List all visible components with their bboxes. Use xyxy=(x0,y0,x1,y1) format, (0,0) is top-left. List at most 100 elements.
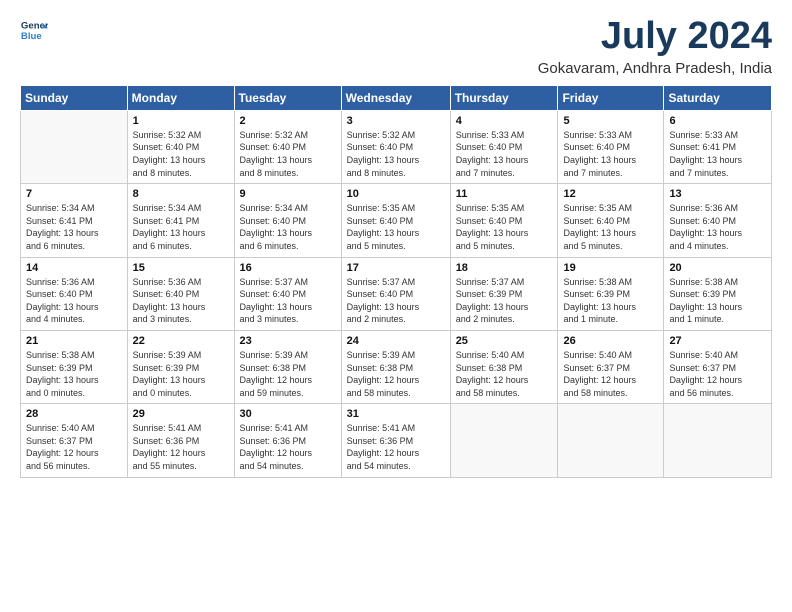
table-row: 30 Sunrise: 5:41 AM Sunset: 6:36 PM Dayli… xyxy=(234,404,341,477)
day-number: 16 xyxy=(240,262,336,274)
logo: General Blue xyxy=(20,16,48,44)
table-row: 3 Sunrise: 5:32 AM Sunset: 6:40 PM Daylig… xyxy=(341,110,450,183)
day-info: Sunrise: 5:36 AM Sunset: 6:40 PM Dayligh… xyxy=(26,276,122,326)
day-info: Sunrise: 5:37 AM Sunset: 6:39 PM Dayligh… xyxy=(456,276,553,326)
table-row: 17 Sunrise: 5:37 AM Sunset: 6:40 PM Dayli… xyxy=(341,257,450,330)
day-info: Sunrise: 5:34 AM Sunset: 6:40 PM Dayligh… xyxy=(240,202,336,252)
table-row: 12 Sunrise: 5:35 AM Sunset: 6:40 PM Dayli… xyxy=(558,184,664,257)
day-number: 23 xyxy=(240,335,336,347)
day-number: 18 xyxy=(456,262,553,274)
day-number: 14 xyxy=(26,262,122,274)
day-number: 7 xyxy=(26,188,122,200)
day-info: Sunrise: 5:36 AM Sunset: 6:40 PM Dayligh… xyxy=(669,202,766,252)
day-number: 4 xyxy=(456,115,553,127)
day-number: 6 xyxy=(669,115,766,127)
day-info: Sunrise: 5:34 AM Sunset: 6:41 PM Dayligh… xyxy=(26,202,122,252)
table-row xyxy=(21,110,128,183)
svg-text:Blue: Blue xyxy=(21,31,42,42)
table-row: 16 Sunrise: 5:37 AM Sunset: 6:40 PM Dayli… xyxy=(234,257,341,330)
calendar-header-row: Sunday Monday Tuesday Wednesday Thursday… xyxy=(21,85,772,110)
col-wednesday: Wednesday xyxy=(341,85,450,110)
table-row: 1 Sunrise: 5:32 AM Sunset: 6:40 PM Daylig… xyxy=(127,110,234,183)
day-info: Sunrise: 5:38 AM Sunset: 6:39 PM Dayligh… xyxy=(669,276,766,326)
day-number: 27 xyxy=(669,335,766,347)
day-info: Sunrise: 5:41 AM Sunset: 6:36 PM Dayligh… xyxy=(240,422,336,472)
table-row: 11Sunrise: 5:35 AM Sunset: 6:40 PM Dayli… xyxy=(450,184,558,257)
day-number: 25 xyxy=(456,335,553,347)
day-info: Sunrise: 5:33 AM Sunset: 6:41 PM Dayligh… xyxy=(669,129,766,179)
day-info: Sunrise: 5:32 AM Sunset: 6:40 PM Dayligh… xyxy=(240,129,336,179)
table-row: 21 Sunrise: 5:38 AM Sunset: 6:39 PM Dayli… xyxy=(21,330,128,403)
table-row: 4 Sunrise: 5:33 AM Sunset: 6:40 PM Daylig… xyxy=(450,110,558,183)
day-info: Sunrise: 5:33 AM Sunset: 6:40 PM Dayligh… xyxy=(456,129,553,179)
table-row: 31 Sunrise: 5:41 AM Sunset: 6:36 PM Dayli… xyxy=(341,404,450,477)
table-row xyxy=(558,404,664,477)
day-number: 13 xyxy=(669,188,766,200)
day-info: Sunrise: 5:37 AM Sunset: 6:40 PM Dayligh… xyxy=(240,276,336,326)
day-info: Sunrise: 5:34 AM Sunset: 6:41 PM Dayligh… xyxy=(133,202,229,252)
day-number: 1 xyxy=(133,115,229,127)
day-info: Sunrise: 5:36 AM Sunset: 6:40 PM Dayligh… xyxy=(133,276,229,326)
day-info: Sunrise: 5:37 AM Sunset: 6:40 PM Dayligh… xyxy=(347,276,445,326)
table-row: 9 Sunrise: 5:34 AM Sunset: 6:40 PM Daylig… xyxy=(234,184,341,257)
table-row: 18 Sunrise: 5:37 AM Sunset: 6:39 PM Dayli… xyxy=(450,257,558,330)
day-info: Sunrise: 5:32 AM Sunset: 6:40 PM Dayligh… xyxy=(133,129,229,179)
day-info: Sunrise: 5:39 AM Sunset: 6:38 PM Dayligh… xyxy=(347,349,445,399)
location: Gokavaram, Andhra Pradesh, India xyxy=(538,60,772,77)
day-number: 17 xyxy=(347,262,445,274)
day-info: Sunrise: 5:33 AM Sunset: 6:40 PM Dayligh… xyxy=(563,129,658,179)
table-row: 8 Sunrise: 5:34 AM Sunset: 6:41 PM Daylig… xyxy=(127,184,234,257)
day-info: Sunrise: 5:39 AM Sunset: 6:38 PM Dayligh… xyxy=(240,349,336,399)
page: General Blue July 2024 Gokavaram, Andhra… xyxy=(0,0,792,488)
table-row: 24 Sunrise: 5:39 AM Sunset: 6:38 PM Dayli… xyxy=(341,330,450,403)
day-number: 21 xyxy=(26,335,122,347)
table-row: 7 Sunrise: 5:34 AM Sunset: 6:41 PM Daylig… xyxy=(21,184,128,257)
table-row: 6 Sunrise: 5:33 AM Sunset: 6:41 PM Daylig… xyxy=(664,110,772,183)
day-number: 29 xyxy=(133,408,229,420)
table-row: 22Sunrise: 5:39 AM Sunset: 6:39 PM Dayli… xyxy=(127,330,234,403)
day-number: 11 xyxy=(456,188,553,200)
day-number: 8 xyxy=(133,188,229,200)
logo-icon: General Blue xyxy=(20,16,48,44)
col-tuesday: Tuesday xyxy=(234,85,341,110)
title-block: July 2024 Gokavaram, Andhra Pradesh, Ind… xyxy=(538,16,772,77)
table-row: 15 Sunrise: 5:36 AM Sunset: 6:40 PM Dayli… xyxy=(127,257,234,330)
day-number: 3 xyxy=(347,115,445,127)
table-row xyxy=(664,404,772,477)
day-number: 12 xyxy=(563,188,658,200)
day-number: 28 xyxy=(26,408,122,420)
header: General Blue July 2024 Gokavaram, Andhra… xyxy=(20,16,772,77)
calendar-table: Sunday Monday Tuesday Wednesday Thursday… xyxy=(20,85,772,478)
day-info: Sunrise: 5:40 AM Sunset: 6:37 PM Dayligh… xyxy=(563,349,658,399)
day-number: 24 xyxy=(347,335,445,347)
day-info: Sunrise: 5:35 AM Sunset: 6:40 PM Dayligh… xyxy=(347,202,445,252)
day-info: Sunrise: 5:41 AM Sunset: 6:36 PM Dayligh… xyxy=(133,422,229,472)
col-monday: Monday xyxy=(127,85,234,110)
day-number: 22 xyxy=(133,335,229,347)
col-sunday: Sunday xyxy=(21,85,128,110)
table-row: 25Sunrise: 5:40 AM Sunset: 6:38 PM Dayli… xyxy=(450,330,558,403)
table-row: 19Sunrise: 5:38 AM Sunset: 6:39 PM Dayli… xyxy=(558,257,664,330)
col-saturday: Saturday xyxy=(664,85,772,110)
table-row: 28 Sunrise: 5:40 AM Sunset: 6:37 PM Dayli… xyxy=(21,404,128,477)
day-number: 15 xyxy=(133,262,229,274)
day-number: 30 xyxy=(240,408,336,420)
table-row: 20Sunrise: 5:38 AM Sunset: 6:39 PM Dayli… xyxy=(664,257,772,330)
table-row: 14 Sunrise: 5:36 AM Sunset: 6:40 PM Dayli… xyxy=(21,257,128,330)
table-row: 23 Sunrise: 5:39 AM Sunset: 6:38 PM Dayli… xyxy=(234,330,341,403)
day-info: Sunrise: 5:41 AM Sunset: 6:36 PM Dayligh… xyxy=(347,422,445,472)
table-row xyxy=(450,404,558,477)
table-row: 10 Sunrise: 5:35 AM Sunset: 6:40 PM Dayli… xyxy=(341,184,450,257)
day-info: Sunrise: 5:32 AM Sunset: 6:40 PM Dayligh… xyxy=(347,129,445,179)
table-row: 13 Sunrise: 5:36 AM Sunset: 6:40 PM Dayli… xyxy=(664,184,772,257)
day-info: Sunrise: 5:40 AM Sunset: 6:37 PM Dayligh… xyxy=(26,422,122,472)
day-number: 31 xyxy=(347,408,445,420)
day-info: Sunrise: 5:38 AM Sunset: 6:39 PM Dayligh… xyxy=(26,349,122,399)
day-number: 10 xyxy=(347,188,445,200)
day-info: Sunrise: 5:35 AM Sunset: 6:40 PM Dayligh… xyxy=(563,202,658,252)
table-row: 5Sunrise: 5:33 AM Sunset: 6:40 PM Daylig… xyxy=(558,110,664,183)
table-row: 26Sunrise: 5:40 AM Sunset: 6:37 PM Dayli… xyxy=(558,330,664,403)
table-row: 29 Sunrise: 5:41 AM Sunset: 6:36 PM Dayli… xyxy=(127,404,234,477)
table-row: 27Sunrise: 5:40 AM Sunset: 6:37 PM Dayli… xyxy=(664,330,772,403)
day-number: 9 xyxy=(240,188,336,200)
